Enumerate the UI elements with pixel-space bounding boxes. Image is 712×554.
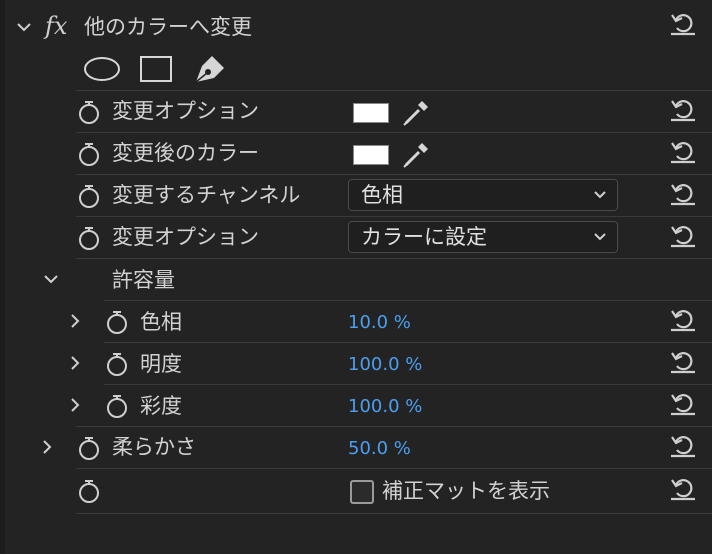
reset-icon[interactable] xyxy=(668,95,698,123)
stopwatch-icon[interactable] xyxy=(105,309,129,335)
hue-row: 色相 10.0 % xyxy=(0,301,712,342)
tolerance-group-row: 許容量 xyxy=(0,259,712,300)
show-matte-row: 補正マットを表示 xyxy=(0,469,712,513)
chevron-down-icon[interactable] xyxy=(40,268,62,290)
chevron-right-icon[interactable] xyxy=(64,310,86,332)
param-label: 色相 xyxy=(140,310,182,334)
hue-value[interactable]: 10.0 % xyxy=(348,311,411,335)
lightness-value[interactable]: 100.0 % xyxy=(348,353,422,377)
effect-header-row: fx 他のカラーへ変更 xyxy=(0,7,712,48)
chevron-down-icon xyxy=(594,191,606,199)
param-label: 明度 xyxy=(140,352,182,376)
color-swatch[interactable] xyxy=(353,103,389,123)
stopwatch-icon[interactable] xyxy=(77,478,101,504)
saturation-row: 彩度 100.0 % xyxy=(0,385,712,426)
change-option-color-row: 変更オプション xyxy=(0,91,712,132)
param-label: 変更するチャンネル xyxy=(112,183,301,207)
change-channel-row: 変更するチャンネル 色相 xyxy=(0,175,712,216)
effect-controls-panel: fx 他のカラーへ変更 変更オプション 変更後のカラー 変更するチャンネル 色相… xyxy=(0,0,712,554)
reset-icon[interactable] xyxy=(668,305,698,333)
saturation-value[interactable]: 100.0 % xyxy=(348,395,422,419)
change-option-row: 変更オプション カラーに設定 xyxy=(0,217,712,258)
lightness-row: 明度 100.0 % xyxy=(0,343,712,384)
reset-icon[interactable] xyxy=(668,474,698,502)
mask-tools-row xyxy=(0,50,712,90)
reset-icon[interactable] xyxy=(668,221,698,249)
reset-icon[interactable] xyxy=(668,347,698,375)
reset-icon[interactable] xyxy=(668,431,698,459)
softness-value[interactable]: 50.0 % xyxy=(348,437,411,461)
show-matte-checkbox[interactable] xyxy=(350,480,374,504)
color-swatch[interactable] xyxy=(353,145,389,165)
chevron-down-icon xyxy=(594,233,606,241)
reset-icon[interactable] xyxy=(668,137,698,165)
reset-icon[interactable] xyxy=(668,179,698,207)
reset-icon[interactable] xyxy=(668,389,698,417)
group-label: 許容量 xyxy=(112,268,175,292)
chevron-right-icon[interactable] xyxy=(36,436,58,458)
stopwatch-icon[interactable] xyxy=(77,183,101,209)
effect-title: 他のカラーへ変更 xyxy=(84,15,252,39)
stopwatch-icon[interactable] xyxy=(105,351,129,377)
softness-row: 柔らかさ 50.0 % xyxy=(0,427,712,468)
param-label: 変更オプション xyxy=(112,225,259,249)
change-option-dropdown[interactable]: カラーに設定 xyxy=(348,221,618,253)
stopwatch-icon[interactable] xyxy=(77,99,101,125)
channel-dropdown[interactable]: 色相 xyxy=(348,179,618,211)
stopwatch-icon[interactable] xyxy=(77,435,101,461)
rectangle-mask-icon[interactable] xyxy=(138,54,174,84)
stopwatch-icon[interactable] xyxy=(105,393,129,419)
param-label: 柔らかさ xyxy=(112,435,196,459)
reset-icon[interactable] xyxy=(668,9,698,37)
chevron-right-icon[interactable] xyxy=(64,352,86,374)
chevron-right-icon[interactable] xyxy=(64,394,86,416)
eyedropper-icon[interactable] xyxy=(400,97,432,129)
pen-mask-icon[interactable] xyxy=(192,52,228,86)
ellipse-mask-icon[interactable] xyxy=(82,55,122,83)
dropdown-value: カラーに設定 xyxy=(361,225,487,249)
target-color-row: 変更後のカラー xyxy=(0,133,712,174)
stopwatch-icon[interactable] xyxy=(77,225,101,251)
dropdown-value: 色相 xyxy=(361,183,403,207)
row-divider xyxy=(76,513,712,514)
stopwatch-icon[interactable] xyxy=(77,141,101,167)
param-label: 彩度 xyxy=(140,394,182,418)
fx-icon[interactable]: fx xyxy=(45,12,67,40)
param-label: 変更後のカラー xyxy=(112,141,259,165)
checkbox-label: 補正マットを表示 xyxy=(382,479,550,503)
chevron-down-icon[interactable] xyxy=(13,16,35,38)
eyedropper-icon[interactable] xyxy=(400,139,432,171)
param-label: 変更オプション xyxy=(112,99,259,123)
